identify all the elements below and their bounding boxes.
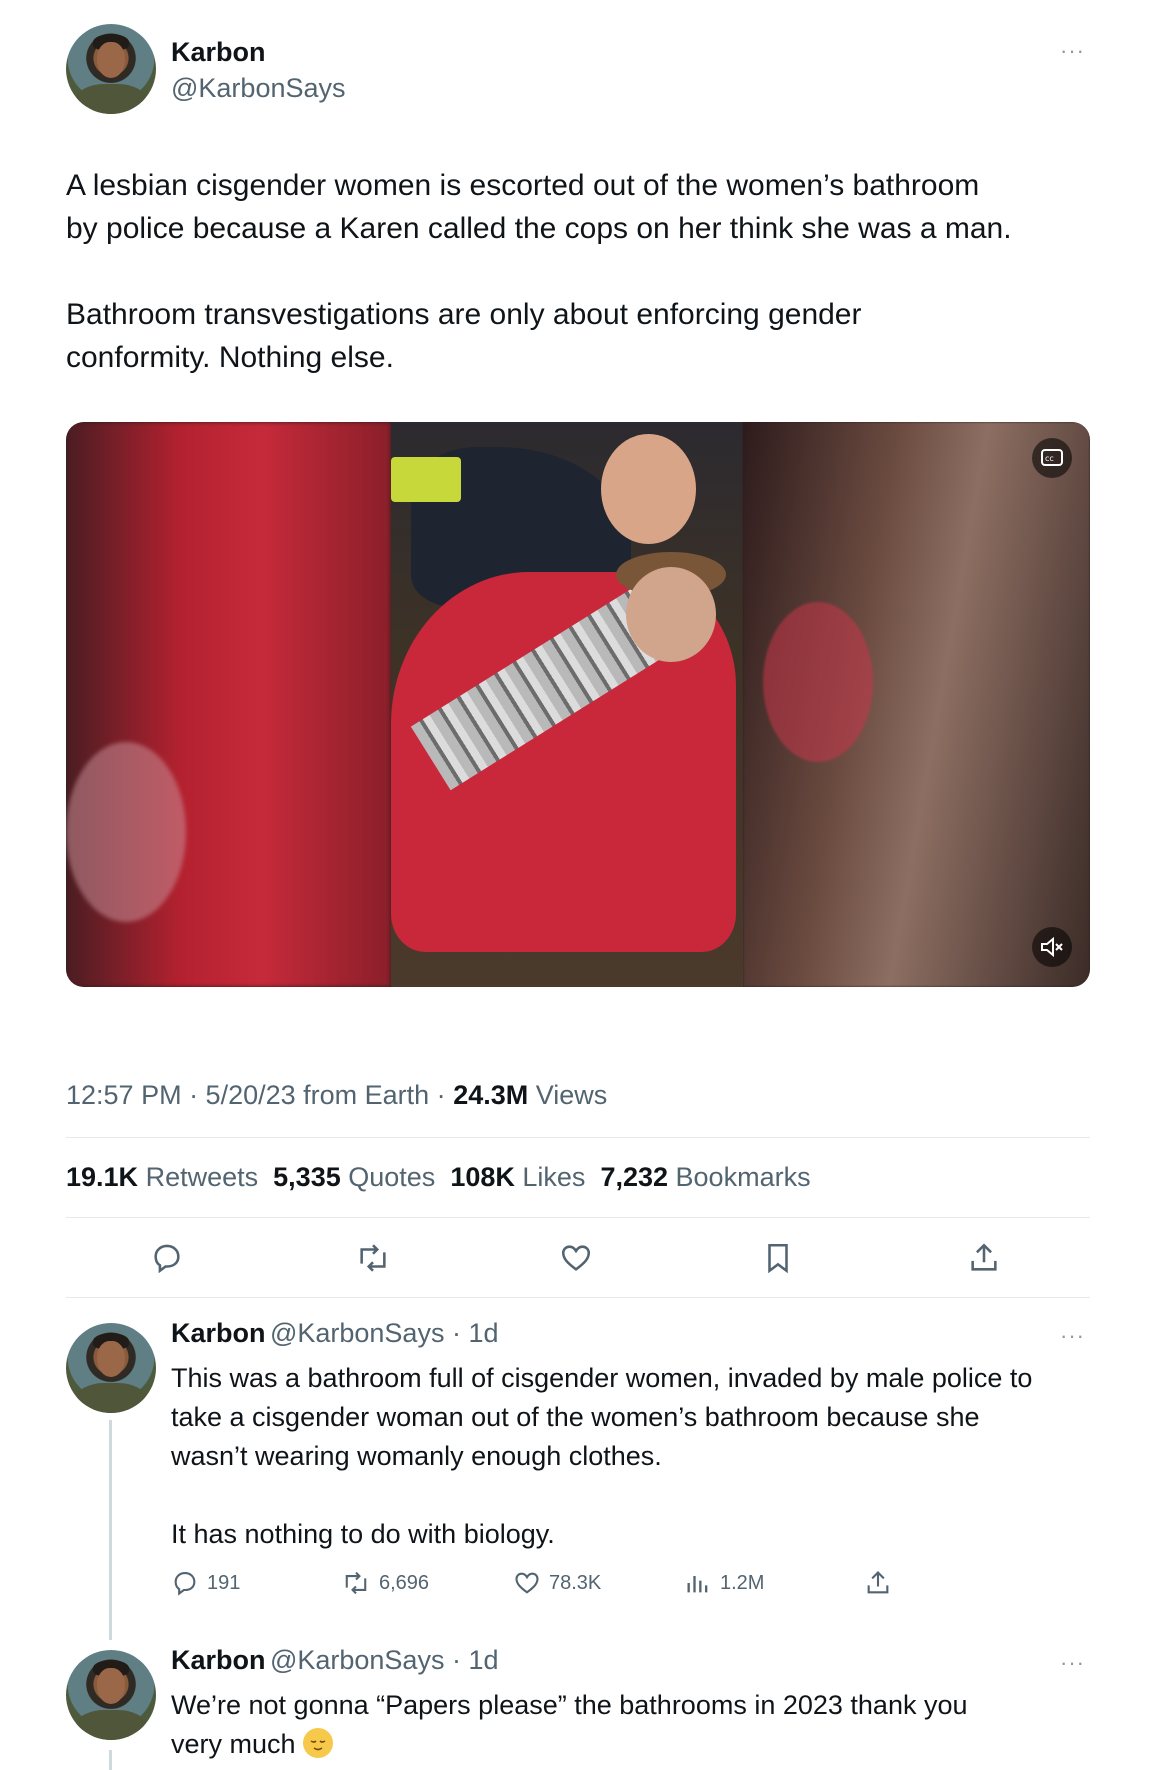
divider	[66, 1137, 1090, 1138]
relieved-face-emoji	[303, 1728, 334, 1758]
reply-header: Karbon @KarbonSays · 1d	[171, 1645, 498, 1676]
retweets-stat[interactable]: 19.1K Retweets	[66, 1162, 258, 1192]
quotes-stat[interactable]: 5,335 Quotes	[273, 1162, 435, 1192]
reply-text-line: It has nothing to do with biology.	[171, 1519, 555, 1549]
like-button[interactable]	[559, 1241, 593, 1275]
share-button[interactable]	[967, 1241, 1001, 1275]
reply-text-line: We’re not gonna “Papers please” the bath…	[171, 1690, 968, 1720]
reply-share-button[interactable]	[864, 1569, 892, 1597]
heart-icon	[561, 1245, 591, 1271]
author-name[interactable]: Karbon	[171, 37, 266, 68]
author-avatar[interactable]	[66, 24, 156, 114]
reply-header: Karbon @KarbonSays · 1d	[171, 1318, 498, 1349]
divider	[66, 1297, 1090, 1298]
tweet-text-line: conformity. Nothing else.	[66, 341, 394, 374]
like-count: 78.3K	[549, 1571, 602, 1594]
tweet-video[interactable]: cc	[66, 422, 1090, 987]
reply-like-button[interactable]: 78.3K	[513, 1569, 601, 1597]
reply-reply-button[interactable]: 191	[171, 1569, 240, 1597]
reply-text: We’re not gonna “Papers please” the bath…	[171, 1686, 1131, 1764]
reply-text-line: wasn’t wearing womanly enough clothes.	[171, 1441, 662, 1471]
video-blur-left	[66, 422, 391, 987]
retweet-icon	[345, 1571, 367, 1595]
reply-button[interactable]	[150, 1241, 184, 1275]
reply-text-line: very much	[171, 1725, 1131, 1764]
reply-author-name[interactable]: Karbon	[171, 1318, 266, 1348]
reply-text-line: take a cisgender woman out of the women’…	[171, 1402, 980, 1432]
bookmarks-stat[interactable]: 7,232 Bookmarks	[600, 1162, 810, 1192]
views-count: 1.2M	[720, 1571, 765, 1594]
thread-connector	[109, 1750, 112, 1770]
retweet-button[interactable]	[354, 1241, 392, 1275]
reply-views-button[interactable]: 1.2M	[684, 1569, 764, 1597]
share-icon	[971, 1243, 997, 1271]
reply-time[interactable]: · 1d	[444, 1318, 499, 1348]
reply-author-handle[interactable]: @KarbonSays	[270, 1318, 445, 1348]
views-label: Views	[528, 1080, 608, 1110]
tweet-timestamp[interactable]: 12:57 PM · 5/20/23 from Earth ·	[66, 1080, 453, 1110]
bookmark-button[interactable]	[763, 1241, 793, 1275]
author-handle[interactable]: @KarbonSays	[171, 73, 346, 104]
likes-stat[interactable]: 108K Likes	[450, 1162, 585, 1192]
tweet-text-line: A lesbian cisgender women is escorted ou…	[66, 169, 980, 202]
views-icon	[687, 1576, 708, 1593]
reply-count: 191	[207, 1571, 241, 1594]
reply-author-avatar[interactable]	[66, 1323, 156, 1413]
reply-retweet-button[interactable]: 6,696	[341, 1569, 429, 1597]
video-blur-right	[743, 422, 1090, 987]
share-icon	[867, 1571, 889, 1594]
thread-connector	[109, 1420, 112, 1640]
tweet-text: A lesbian cisgender women is escorted ou…	[66, 164, 1116, 379]
reply-icon	[154, 1244, 180, 1274]
retweet-count: 6,696	[379, 1571, 430, 1594]
reply-time[interactable]: · 1d	[444, 1645, 499, 1675]
video-frame	[391, 422, 743, 987]
tweet-text-line: by police because a Karen called the cop…	[66, 212, 1012, 245]
svg-text:cc: cc	[1045, 454, 1054, 463]
reply-author-handle[interactable]: @KarbonSays	[270, 1645, 445, 1675]
tweet-meta: 12:57 PM · 5/20/23 from Earth · 24.3M Vi…	[66, 1080, 607, 1111]
more-options-button[interactable]: ···	[1060, 38, 1085, 64]
tweet-stats: 19.1K Retweets 5,335 Quotes 108K Likes 7…	[66, 1162, 811, 1193]
reply-author-avatar[interactable]	[66, 1650, 156, 1740]
reply-text-line: This was a bathroom full of cisgender wo…	[171, 1363, 1033, 1393]
reply-icon	[174, 1572, 196, 1596]
heart-icon	[515, 1572, 539, 1594]
captions-icon[interactable]: cc	[1032, 438, 1072, 478]
bookmark-icon	[768, 1243, 788, 1274]
reply-more-options-button[interactable]: ···	[1060, 1323, 1085, 1349]
reply-text: This was a bathroom full of cisgender wo…	[171, 1359, 1131, 1554]
retweet-icon	[360, 1244, 386, 1272]
mute-icon[interactable]	[1032, 927, 1072, 967]
reply-author-name[interactable]: Karbon	[171, 1645, 266, 1675]
tweet-text-line: Bathroom transvestigations are only abou…	[66, 298, 862, 331]
views-count[interactable]: 24.3M	[453, 1080, 528, 1110]
divider	[66, 1217, 1090, 1218]
reply-more-options-button[interactable]: ···	[1060, 1650, 1085, 1676]
